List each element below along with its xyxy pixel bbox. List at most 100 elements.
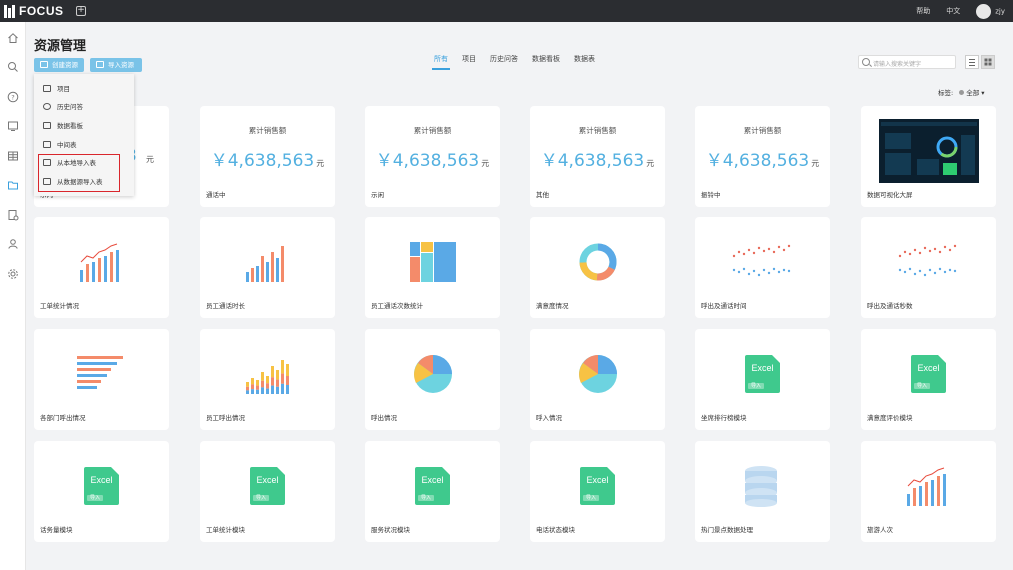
tab-dashboards[interactable]: 数据看板 <box>530 52 562 70</box>
search-icon <box>862 58 870 66</box>
excel-thumbnail: Excel 导入 <box>365 456 500 516</box>
list-view-button[interactable] <box>965 55 979 69</box>
resource-card[interactable]: 各部门呼出情况 <box>34 329 169 430</box>
tab-projects[interactable]: 项目 <box>460 52 478 70</box>
new-window-icon[interactable]: + <box>76 6 86 16</box>
kpi-unit: 元 <box>481 159 490 168</box>
user-icon[interactable] <box>6 237 19 250</box>
dots-chart-thumbnail <box>861 232 996 292</box>
resource-card[interactable]: 呼出及通话时间 <box>695 217 830 318</box>
resource-card[interactable]: 呼出情况 <box>365 329 500 430</box>
menu-item-project[interactable]: 项目 <box>43 83 70 93</box>
tab-history-qa[interactable]: 历史问答 <box>488 52 520 70</box>
card-title: 坐席排行榜模块 <box>701 414 747 422</box>
resource-card[interactable]: Excel 导入 电话状态模块 <box>530 441 665 542</box>
tab-all[interactable]: 所有 <box>432 52 450 70</box>
resource-card[interactable]: Excel 导入 坐席排行榜模块 <box>695 329 830 430</box>
kpi-number: ￥4,638,563 <box>705 151 810 171</box>
db-chart-thumbnail <box>695 456 830 516</box>
card-title: 其他 <box>536 191 549 199</box>
card-title: 各部门呼出情况 <box>40 414 86 422</box>
excel-icon: Excel 导入 <box>911 355 946 393</box>
user-menu[interactable]: zjy <box>976 3 1005 19</box>
home-icon[interactable] <box>6 31 19 44</box>
folder-icon[interactable] <box>6 178 19 191</box>
kpi-unit: 元 <box>146 155 154 164</box>
logo[interactable]: FOCUS <box>4 4 64 18</box>
card-title: 数据可视化大屏 <box>867 191 913 199</box>
tag-filter[interactable]: 标签: 全部 ▾ <box>938 87 985 97</box>
resource-card[interactable]: 呼入情况 <box>530 329 665 430</box>
pie-chart-thumbnail <box>530 344 665 404</box>
excel-thumbnail: Excel 导入 <box>861 344 996 404</box>
excel-tag: 导入 <box>87 495 104 501</box>
resource-card[interactable]: Excel 导入 话务量模块 <box>34 441 169 542</box>
top-bar: FOCUS + 帮助 中文 zjy <box>0 0 1013 22</box>
card-title: 服务状况模块 <box>371 526 410 534</box>
svg-text:?: ? <box>11 93 14 101</box>
search-input[interactable]: 请输入搜索关键字 <box>858 55 956 69</box>
kpi-title: 累计销售额 <box>743 126 782 135</box>
main-content: 资源管理 创建资源 导入资源 所有 项目 历史问答 数据看板 数据表 请输入搜索… <box>26 22 1003 570</box>
resource-card[interactable]: 员工通话次数统计 <box>365 217 500 318</box>
menu-item-label: 项目 <box>57 85 70 93</box>
resource-card[interactable]: 工单统计情况 <box>34 217 169 318</box>
card-title: 呼出及通话秒数 <box>867 302 913 310</box>
card-title: 振铃中 <box>701 191 721 199</box>
menu-item-intermediate-table[interactable]: 中间表 <box>43 139 77 149</box>
card-title: 呼出及通话时间 <box>701 302 747 310</box>
question-icon[interactable]: ? <box>6 90 19 103</box>
bar-line-chart-thumbnail <box>34 232 169 292</box>
excel-text: Excel <box>90 475 113 485</box>
resource-card[interactable]: 累计销售额 ￥4,638,563 元振铃中 <box>695 106 830 207</box>
excel-icon: Excel 导入 <box>250 467 285 505</box>
resource-card[interactable]: 旅游人次 <box>861 441 996 542</box>
kpi-value: ￥4,638,563 元 <box>200 146 335 171</box>
tag-filter-value: 全部 <box>966 89 980 97</box>
import-resource-label: 导入资源 <box>108 61 134 69</box>
logo-icon <box>4 4 16 18</box>
resource-card[interactable]: 累计销售额 ￥4,638,563 元其他 <box>530 106 665 207</box>
tab-tables[interactable]: 数据表 <box>572 52 597 70</box>
excel-thumbnail: Excel 导入 <box>200 456 335 516</box>
pie-chart-thumbnail <box>365 344 500 404</box>
resource-card[interactable]: 累计销售额 ￥4,638,563 元示闲 <box>365 106 500 207</box>
help-link[interactable]: 帮助 <box>916 6 930 16</box>
resource-card[interactable]: 员工通话时长 <box>200 217 335 318</box>
resource-tabs: 所有 项目 历史问答 数据看板 数据表 <box>432 52 597 70</box>
menu-item-dashboard[interactable]: 数据看板 <box>43 120 83 130</box>
tag-dot-icon <box>959 90 965 95</box>
table-icon <box>43 140 51 148</box>
resource-card[interactable]: Excel 导入 满意度评价模块 <box>861 329 996 430</box>
chevron-down-icon: ▾ <box>981 89 985 97</box>
dashboard-icon[interactable] <box>6 119 19 132</box>
import-resource-button[interactable]: 导入资源 <box>90 58 142 72</box>
resource-card[interactable]: 热门景点数据处理 <box>695 441 830 542</box>
card-title: 呼出情况 <box>371 414 397 422</box>
menu-item-history-qa[interactable]: 历史问答 <box>43 101 83 111</box>
kpi-unit: 元 <box>646 159 655 168</box>
table-icon[interactable] <box>6 149 19 162</box>
gear-icon[interactable] <box>6 267 19 280</box>
resource-card[interactable]: Excel 导入服务状况模块 <box>365 441 500 542</box>
resource-card[interactable]: 累计销售额 ￥4,638,563 元通话中 <box>200 106 335 207</box>
card-title: 员工通话时长 <box>206 302 245 310</box>
excel-tag: 导入 <box>583 495 600 501</box>
kpi-number: ￥4,638,563 <box>210 151 315 171</box>
language-switch[interactable]: 中文 <box>946 6 960 16</box>
resource-card[interactable]: 满意度情况 <box>530 217 665 318</box>
card-title: 工单统计模块 <box>206 526 245 534</box>
task-icon[interactable] <box>6 208 19 221</box>
resource-card[interactable]: 呼出及通话秒数 <box>861 217 996 318</box>
kpi-unit: 元 <box>316 159 325 168</box>
kpi-title: 累计销售额 <box>578 126 617 135</box>
grid-view-button[interactable] <box>981 55 995 69</box>
resource-card[interactable]: 数据可视化大屏 <box>861 106 996 207</box>
page-title: 资源管理 <box>34 39 87 54</box>
resource-card[interactable]: Excel 导入工单统计模块 <box>200 441 335 542</box>
search-icon[interactable] <box>6 60 19 73</box>
bar-chart-thumbnail <box>200 232 335 292</box>
resource-card[interactable]: 员工呼出情况 <box>200 329 335 430</box>
add-icon <box>40 61 48 68</box>
create-resource-button[interactable]: 创建资源 <box>34 58 84 72</box>
